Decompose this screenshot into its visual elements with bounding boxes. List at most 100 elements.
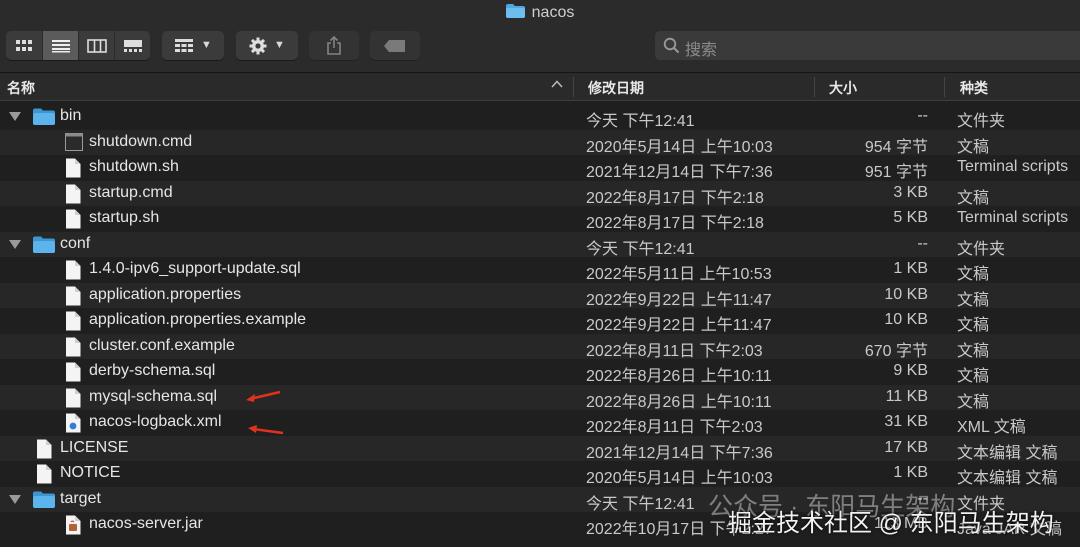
group-by-button[interactable]: ▼ (162, 31, 224, 60)
modified-date: 2022年5月11日 上午10:53 (586, 266, 772, 283)
file-row[interactable]: shutdown.sh 2021年12月14日 下午7:36 951 字节 Termi… (0, 155, 1080, 181)
file-kind: 文稿 (957, 317, 990, 334)
file-size: 1 KB (893, 260, 928, 277)
file-kind: Terminal scripts (957, 209, 1069, 226)
search-placeholder: 搜索 (685, 42, 718, 59)
file-row[interactable]: application.properties 2022年9月22日 上午11:47… (0, 282, 1080, 311)
tag-button[interactable] (370, 31, 420, 60)
share-icon (327, 36, 341, 55)
window-title-text: nacos (531, 4, 575, 21)
modified-date: 2022年8月11日 下午2:03 (586, 342, 763, 360)
file-size: 10 KB (884, 285, 928, 303)
file-row[interactable]: mysql-schema.sql 2022年8月26日 上午10:11 11 KB 文… (0, 384, 1080, 413)
file-name: nacos-logback.xml (89, 413, 222, 430)
column-size-header[interactable]: 大小 (829, 78, 857, 98)
column-divider[interactable] (814, 77, 815, 97)
file-row[interactable]: application.properties.example 2022年9月22日… (0, 308, 1080, 334)
file-kind: 文稿 (957, 393, 990, 411)
file-kind: 文本编辑 文稿 (957, 470, 1058, 487)
column-kind-header[interactable]: 种类 (960, 78, 988, 98)
terminal-doc-icon (65, 132, 83, 156)
file-row[interactable]: nacos-logback.xml 2022年8月11日 下午2:03 31 KB X… (0, 410, 1080, 436)
modified-date: 2020年5月14日 上午10:03 (586, 138, 773, 156)
modified-date: 2021年12月14日 下午7:36 (586, 164, 773, 181)
folder-icon (505, 4, 525, 18)
file-name: 1.4.0-ipv6_support-update.sql (89, 260, 301, 277)
search-field[interactable]: 搜索 (655, 31, 1080, 60)
disclosure-triangle-icon[interactable] (9, 112, 21, 121)
folder-icon (33, 491, 55, 513)
modified-date: 2022年8月26日 上午10:11 (586, 368, 772, 385)
modified-date: 2022年9月22日 上午11:47 (586, 291, 772, 309)
file-row[interactable]: derby-schema.sql 2022年8月26日 上午10:11 9 KB 文稿 (0, 359, 1080, 385)
file-size: 1 KB (893, 464, 928, 481)
file-row[interactable]: 1.4.0-ipv6_support-update.sql 2022年5月11日 … (0, 257, 1080, 283)
xml-doc-icon (65, 413, 81, 438)
file-kind: Terminal scripts (957, 158, 1069, 175)
view-switcher[interactable] (6, 31, 150, 60)
file-name: conf (60, 234, 91, 252)
file-row[interactable]: startup.sh 2022年8月17日 下午2:18 5 KB Terminal … (0, 206, 1080, 232)
folder-row[interactable]: conf 今天 下午12:41 -- 文件夹 (0, 231, 1080, 258)
file-name: shutdown.cmd (89, 132, 193, 150)
columns-icon (87, 38, 107, 53)
list-view-button[interactable] (42, 31, 79, 60)
column-divider[interactable] (573, 77, 574, 97)
file-size: 954 字节 (864, 138, 928, 156)
column-view-button[interactable] (78, 31, 115, 60)
document-icon (65, 158, 81, 183)
modified-date: 今天 下午12:41 (586, 240, 695, 258)
file-kind: 文件夹 (957, 240, 1006, 258)
file-size: -- (917, 234, 928, 252)
file-name: startup.sh (89, 209, 160, 226)
file-row[interactable]: NOTICE 2020年5月14日 上午10:03 1 KB 文本编辑 文稿 (0, 461, 1080, 487)
title-bar: nacos ▼ ▼ 搜索 (0, 0, 1080, 73)
document-icon (36, 439, 52, 464)
column-date-header[interactable]: 修改日期 (588, 78, 644, 98)
action-menu-button[interactable]: ▼ (236, 31, 298, 60)
file-name: cluster.conf.example (89, 336, 235, 354)
modified-date: 2021年12月14日 下午7:36 (586, 444, 773, 462)
file-kind: 文稿 (957, 138, 990, 156)
file-name: application.properties.example (89, 311, 307, 328)
modified-date: 2020年5月14日 上午10:03 (586, 470, 773, 487)
document-icon (65, 209, 81, 234)
document-icon (65, 362, 81, 387)
folder-icon (33, 236, 55, 258)
file-size: 5 KB (893, 209, 928, 226)
file-kind: XML 文稿 (957, 419, 1026, 436)
file-row[interactable]: cluster.conf.example 2022年8月11日 下午2:03 670… (0, 333, 1080, 360)
group-by-icon (175, 39, 194, 52)
file-name: application.properties (89, 285, 242, 303)
file-kind: 文稿 (957, 291, 990, 309)
column-name-header[interactable]: 名称 (7, 78, 35, 98)
folder-row[interactable]: bin 今天 下午12:41 -- 文件夹 (0, 104, 1080, 130)
document-icon (65, 286, 81, 311)
file-name: nacos-server.jar (89, 515, 203, 532)
file-kind: 文件夹 (957, 113, 1006, 130)
disclosure-triangle-icon[interactable] (9, 494, 21, 504)
modified-date: 2022年8月26日 上午10:11 (586, 393, 772, 411)
tag-icon (384, 39, 405, 52)
document-icon (65, 388, 81, 413)
file-kind: 文稿 (957, 189, 990, 207)
icon-view-button[interactable] (6, 31, 42, 60)
folder-icon (33, 108, 55, 130)
gallery-view-button[interactable] (114, 31, 150, 60)
watermark: 公众号 · 东阳马生架构 掘金技术社区 @ 东阳马生架构 (690, 490, 1080, 547)
annotation-arrow (246, 390, 281, 402)
file-row[interactable]: shutdown.cmd 2020年5月14日 上午10:03 954 字节 文稿 (0, 129, 1080, 156)
modified-date: 2022年8月17日 下午2:18 (586, 215, 764, 232)
document-icon (65, 184, 81, 209)
window-title: nacos (0, 4, 1080, 22)
disclosure-triangle-icon[interactable] (9, 239, 21, 249)
document-icon (65, 260, 81, 285)
file-name: derby-schema.sql (89, 362, 216, 379)
sort-ascending-icon[interactable] (551, 80, 563, 88)
chevron-down-icon: ▼ (274, 39, 285, 51)
file-row[interactable]: LICENSE 2021年12月14日 下午7:36 17 KB 文本编辑 文稿 (0, 435, 1080, 464)
file-row[interactable]: startup.cmd 2022年8月17日 下午2:18 3 KB 文稿 (0, 180, 1080, 209)
share-button[interactable] (309, 31, 359, 60)
column-divider[interactable] (944, 77, 945, 97)
jar-icon (65, 515, 81, 540)
